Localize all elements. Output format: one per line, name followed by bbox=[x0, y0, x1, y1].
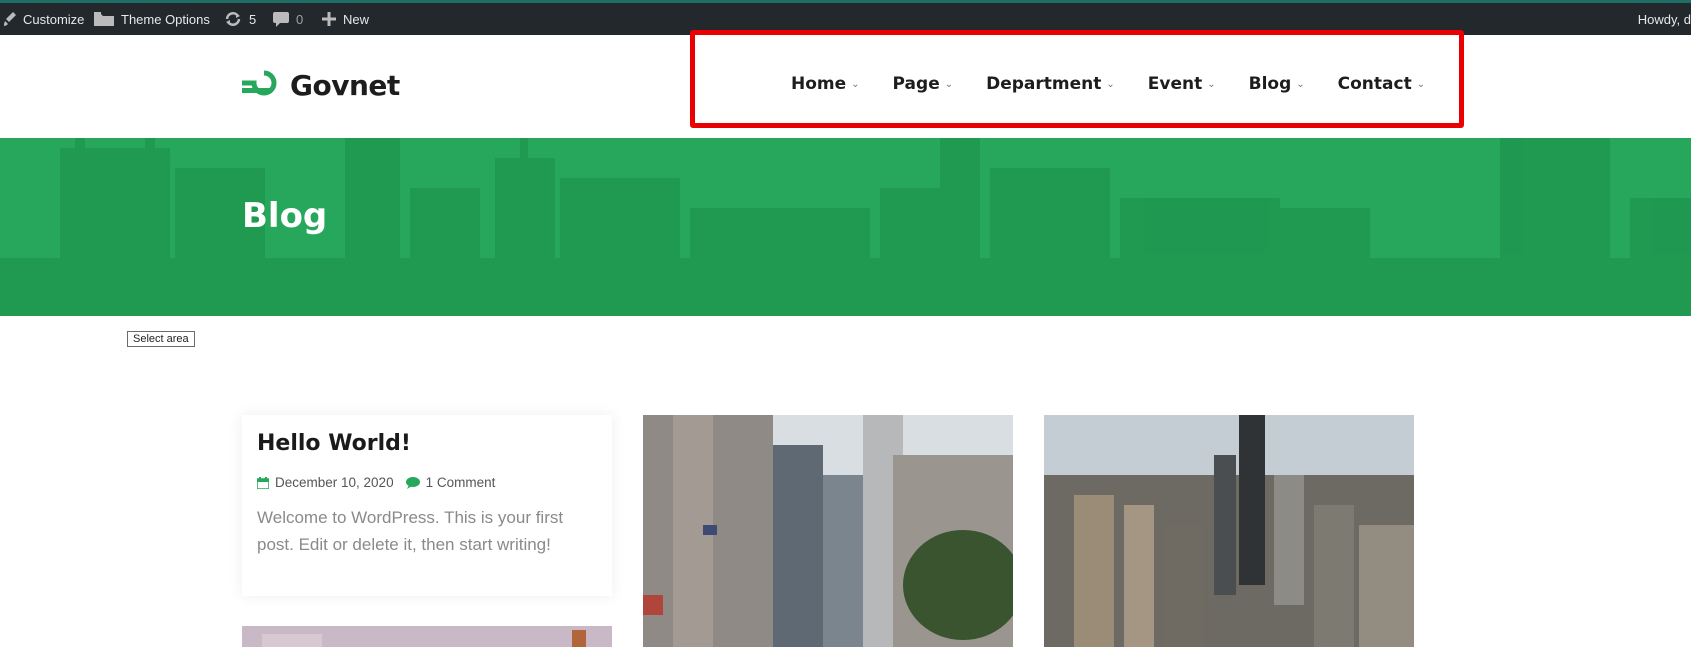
updates-link[interactable]: 5 bbox=[224, 3, 256, 35]
brush-icon bbox=[4, 12, 16, 26]
post-title[interactable]: Hello World! bbox=[257, 431, 597, 456]
comments-link[interactable]: 0 bbox=[273, 3, 303, 35]
comment-icon bbox=[273, 11, 289, 27]
customize-link[interactable]: Customize bbox=[4, 3, 84, 35]
theme-options-label: Theme Options bbox=[121, 11, 210, 27]
post-date[interactable]: December 10, 2020 bbox=[275, 475, 394, 490]
new-label: New bbox=[343, 11, 370, 27]
comment-bubble-icon bbox=[405, 476, 420, 489]
folder-icon bbox=[94, 12, 114, 26]
howdy-label: Howdy, d bbox=[1637, 11, 1691, 27]
new-link[interactable]: New bbox=[322, 3, 369, 35]
post-image-street[interactable] bbox=[643, 415, 1013, 647]
select-area-tooltip: Select area bbox=[127, 331, 195, 347]
post-excerpt: Welcome to WordPress. This is your first… bbox=[257, 508, 564, 554]
logo-icon bbox=[242, 70, 282, 101]
post-thumbnail[interactable] bbox=[242, 626, 612, 647]
logo-text: Govnet bbox=[290, 69, 400, 102]
nav-highlight-box bbox=[690, 30, 1464, 128]
calendar-icon bbox=[257, 476, 269, 489]
theme-options-link[interactable]: Theme Options bbox=[94, 3, 210, 35]
customize-label: Customize bbox=[23, 11, 85, 27]
site-logo[interactable]: Govnet bbox=[242, 69, 400, 102]
post-card: Hello World! December 10, 2020 1 Comment… bbox=[242, 415, 612, 596]
post-image-city[interactable] bbox=[1044, 415, 1414, 647]
post-meta: December 10, 2020 1 Comment bbox=[257, 475, 597, 490]
updates-count: 5 bbox=[249, 11, 257, 27]
page-title: Blog bbox=[242, 196, 328, 236]
plus-icon bbox=[322, 12, 336, 26]
comments-count: 0 bbox=[296, 11, 304, 27]
page-banner: Blog bbox=[0, 138, 1691, 316]
updates-icon bbox=[224, 11, 242, 27]
account-link[interactable]: Howdy, d bbox=[1638, 3, 1691, 35]
post-comments[interactable]: 1 Comment bbox=[426, 475, 496, 490]
